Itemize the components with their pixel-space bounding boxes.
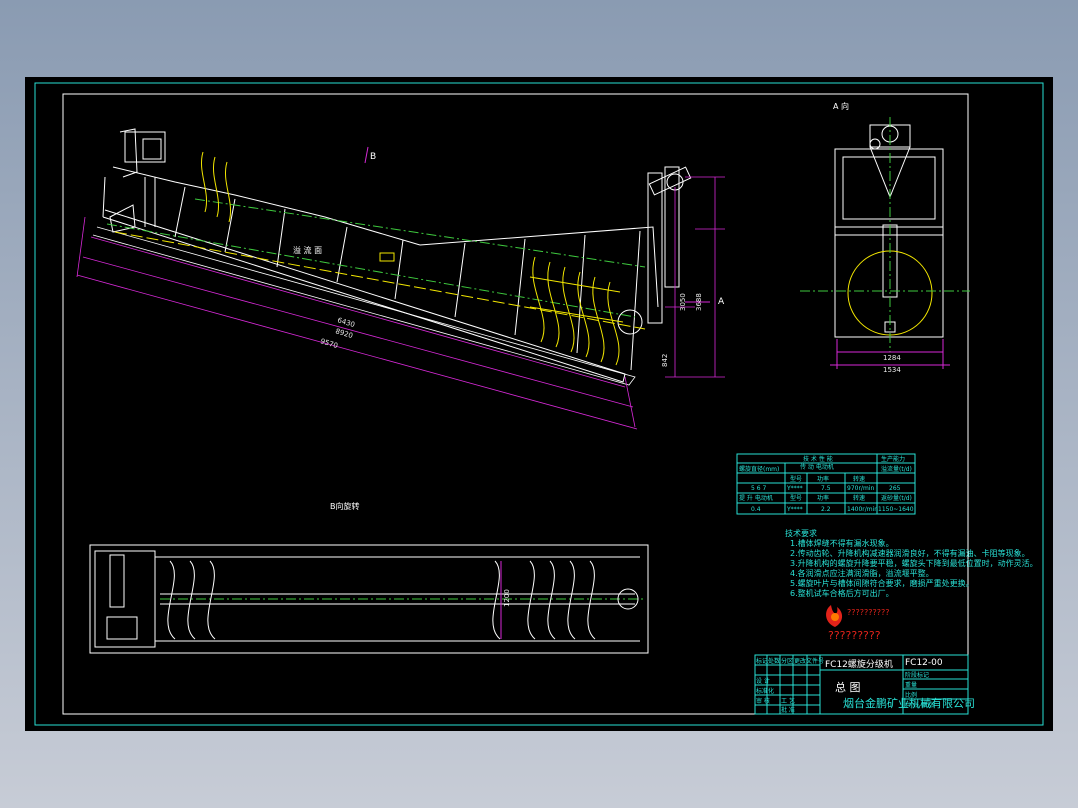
dim-9570: 9570	[319, 337, 338, 350]
tb-product: FC12螺旋分级机	[825, 658, 893, 670]
drawing-canvas: 溢 流 面 B A 6430 8920 9570 3050 3688 842 A…	[34, 82, 1044, 726]
tb-company: 烟台金鹏矿业机械有限公司	[843, 696, 975, 710]
dim-3050: 3050	[679, 293, 687, 311]
tb-approve: 批 准	[781, 706, 795, 714]
tb-zone: 分区	[781, 657, 793, 665]
tech-note-5: 5.螺旋叶片与槽体间隙符合要求，磨损严重处更换。	[790, 578, 974, 588]
spec-r3c4: 970r/min	[847, 485, 874, 492]
spec-r3c3: 7.5	[821, 485, 831, 492]
view-b-label: B向旋转	[330, 501, 360, 511]
tb-std: 标准化	[756, 687, 774, 695]
spec-r2c3: 转速	[853, 475, 865, 483]
spec-r4c2: 返砂量(t/d)	[881, 494, 912, 502]
tb-drawing-name: 总 图	[835, 680, 861, 694]
spec-table: 技 术 性 能 生产能力 螺旋直径(mm) 传 动 电动机 溢流量(t/d) 型…	[736, 453, 916, 515]
tb-count: 处数	[768, 657, 780, 665]
dim-8920: 8920	[334, 327, 353, 340]
tb-stage: 阶段标记	[905, 671, 929, 679]
tech-note-6: 6.整机试车合格后方可出厂。	[790, 588, 894, 598]
spec-r1c2: 传 动 电动机	[800, 463, 834, 471]
tb-weight: 重量	[905, 681, 917, 689]
view-a: A 向 1284 1534	[800, 101, 970, 374]
outer-border	[34, 82, 1044, 726]
tb-design: 设 计	[756, 677, 770, 685]
spec-r3c1: 5 6 7	[751, 485, 766, 492]
spec-r1c1: 螺旋直径(mm)	[739, 465, 779, 473]
spec-r3c5: 265	[889, 485, 901, 492]
tech-note-1: 1.槽体焊缝不得有漏水现象。	[790, 538, 894, 548]
logo-text: ??????????	[847, 608, 889, 617]
tb-mark: 标记	[756, 657, 768, 665]
logo-subtitle: ?????????	[828, 629, 881, 642]
spec-r5c3: 转速	[853, 494, 865, 502]
tech-note-4: 4.各润滑点应注满润滑脂，溢流堰平整。	[790, 568, 934, 578]
spec-r6c4: 1400r/min	[847, 506, 878, 513]
spec-r6c5: 1150~1640	[878, 506, 914, 513]
spec-r2c2: 功率	[817, 475, 829, 483]
marker-b: B	[370, 152, 376, 162]
spec-r2c1: 型号	[790, 475, 802, 483]
dim-1200: 1200	[503, 589, 511, 607]
tech-notes: 技术要求 1.槽体焊缝不得有漏水现象。 2.传动齿轮、升降机构减速器润滑良好，不…	[785, 528, 1038, 598]
dim-842: 842	[661, 354, 669, 367]
tb-process: 工 艺	[781, 697, 795, 705]
spec-r5c2: 功率	[817, 494, 829, 502]
spec-r1c3: 溢流量(t/d)	[881, 465, 912, 473]
elevation-view: 溢 流 面 B A 6430 8920 9570 3050 3688 842	[76, 128, 725, 430]
spec-r3c2: Y****	[786, 485, 803, 492]
cad-drawing-sheet: 溢 流 面 B A 6430 8920 9570 3050 3688 842 A…	[25, 77, 1053, 731]
tb-doc: 更改文件号	[794, 657, 824, 665]
spec-r4c1: 提 升 电动机	[739, 494, 773, 502]
spec-r6c2: Y****	[786, 506, 803, 513]
spec-header-right: 生产能力	[881, 455, 905, 463]
tech-note-2: 2.传动齿轮、升降机构减速器润滑良好，不得有漏油、卡阻等现象。	[790, 548, 1030, 558]
dim-1534: 1534	[883, 366, 901, 374]
spec-r6c1: 0.4	[751, 506, 761, 513]
spec-title: 技 术 性 能	[803, 455, 833, 463]
tech-note-3: 3.升降机构的螺旋升降要平稳，螺旋头下降到最低位置时，动作灵活。	[790, 558, 1038, 568]
tb-drawing-no: FC12-00	[905, 658, 943, 668]
tech-notes-title: 技术要求	[785, 528, 817, 538]
company-logo: ?????????? ?????????	[826, 605, 889, 642]
spec-r6c3: 2.2	[821, 506, 831, 513]
dim-1284: 1284	[883, 354, 901, 362]
view-a-label: A 向	[833, 101, 849, 111]
tb-check: 审 核	[756, 697, 770, 705]
dim-3688: 3688	[695, 293, 703, 311]
spec-r5c1: 型号	[790, 494, 802, 502]
marker-a: A	[718, 297, 725, 307]
title-block: 标记 处数 分区 更改文件号 设 计 标准化 审 核 工 艺 批 准 FC12螺…	[754, 654, 975, 715]
overflow-label: 溢 流 面	[293, 245, 322, 255]
view-b: B向旋转 1200	[89, 501, 649, 654]
